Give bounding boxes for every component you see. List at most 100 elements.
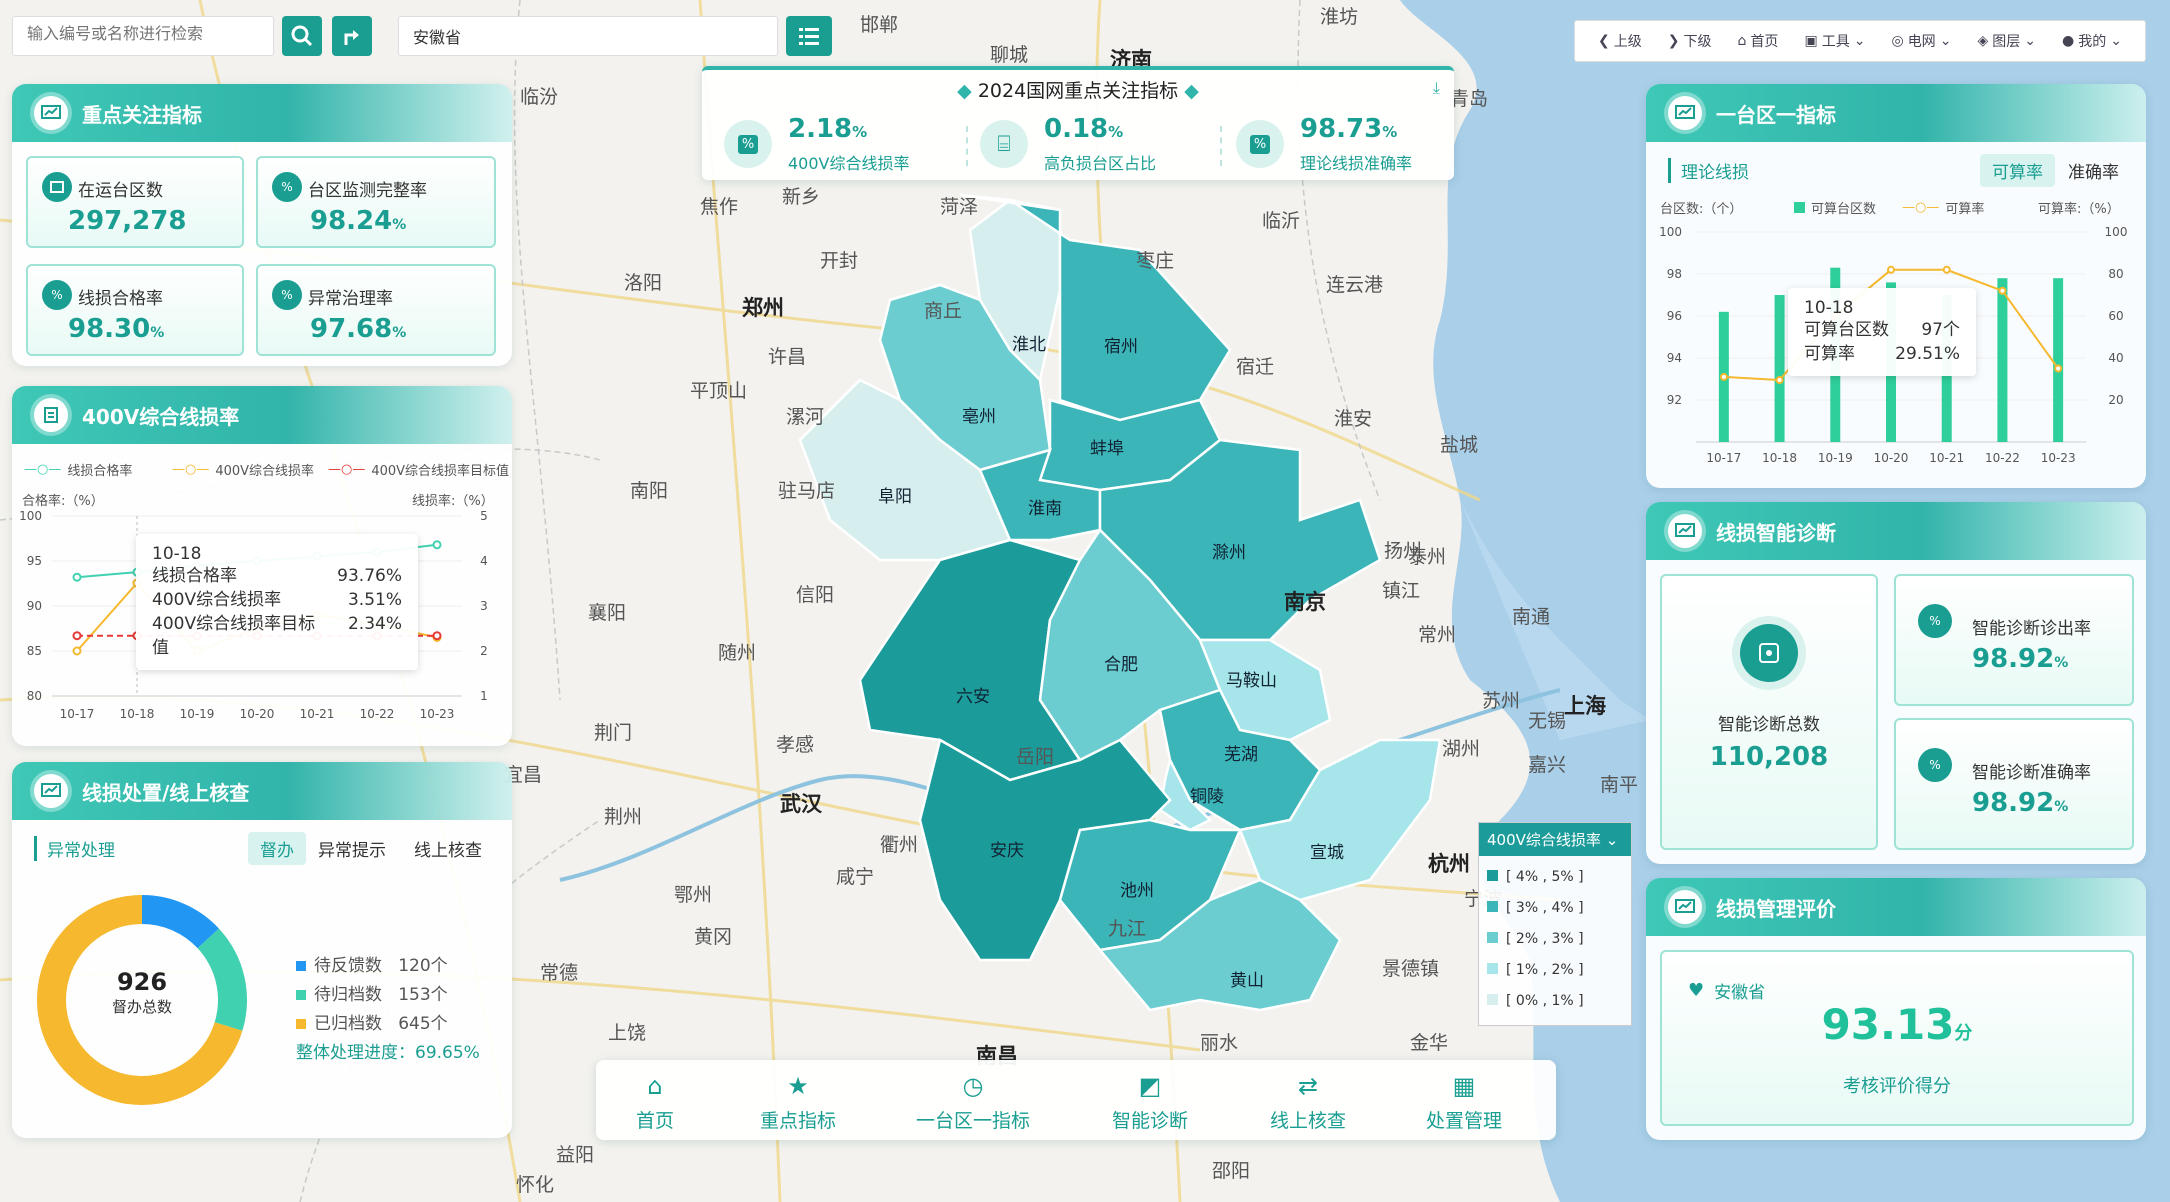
legend-qualified-rate[interactable]: —○— 线损合格率 <box>24 460 132 479</box>
province-label-huangshan: 黄山 <box>1230 971 1264 991</box>
indicator-card[interactable]: % 台区监测完整率 98.24% <box>256 156 496 248</box>
tab-supervise[interactable]: 督办 <box>248 832 306 865</box>
indicator-card-value: 98.24% <box>310 206 407 236</box>
nav-diagnosis[interactable]: ◩ 智能诊断 <box>1112 1072 1188 1133</box>
legend-computable-rate[interactable]: —○— 可算率 <box>1902 198 1984 217</box>
city-label: 邯郸 <box>860 14 899 36</box>
list-toggle-button[interactable] <box>786 16 832 56</box>
city-label: 连云港 <box>1326 274 1384 296</box>
toolbar-tools-button[interactable]: ▣ 工具 ⌄ <box>1804 31 1865 51</box>
nav-label: 处置管理 <box>1426 1110 1503 1132</box>
y-tick-right: 20 <box>2108 393 2123 407</box>
toolbar-grid-button[interactable]: ◎ 电网 ⌄ <box>1891 31 1951 51</box>
legend-item: 待归档数 153个 <box>296 981 480 1010</box>
indicator-card-label: 台区监测完整率 <box>308 181 427 201</box>
indicator-card[interactable]: 在运台区数 297,278 <box>26 156 244 248</box>
chevron-down-icon: ⌄ <box>2110 33 2122 49</box>
tab-computable-rate[interactable]: 可算率 <box>1980 154 2055 187</box>
disposal-header: 线损处置/线上核查 <box>12 762 512 820</box>
city-label: 常州 <box>1418 624 1457 646</box>
chevron-down-icon: ⌄ <box>1605 831 1619 849</box>
diagnosis-card-label: 智能诊断准确率 <box>1972 763 2091 783</box>
search-input[interactable] <box>13 17 263 53</box>
toolbar-home-button[interactable]: ⌂ 首页 <box>1738 31 1779 51</box>
indicator-card-value: 97.68% <box>310 314 407 344</box>
tooltip-row: 400V综合线损率目标值 2.34% <box>152 614 402 658</box>
key-item-unit: % <box>1382 123 1398 141</box>
map-legend-item[interactable]: [ 0% , 1% ] <box>1487 986 1623 1017</box>
bar <box>2053 278 2064 442</box>
toolbar-down-button[interactable]: ❯ 下级 <box>1668 31 1712 51</box>
diagnosis-total-card[interactable]: 智能诊断总数 110,208 <box>1660 574 1878 850</box>
city-label: 荆门 <box>594 722 633 744</box>
document-icon <box>34 398 68 432</box>
toolbar-layers-button[interactable]: ◈ 图层 ⌄ <box>1977 31 2036 51</box>
download-icon[interactable]: ⤓ <box>1433 78 1440 98</box>
province-label-fuyang: 阜阳 <box>878 487 912 507</box>
city-label: 荆州 <box>604 806 643 828</box>
map-legend-title[interactable]: 400V综合线损率 ⌄ <box>1479 823 1631 856</box>
evaluation-score: 93.13分 <box>1821 1000 1973 1049</box>
user-icon: ● <box>2062 33 2075 49</box>
y-tick-left: 85 <box>27 644 42 658</box>
y-tick-right: 60 <box>2108 309 2123 323</box>
toolbar-tools-label: 工具 <box>1821 34 1850 50</box>
tab-accuracy-rate[interactable]: 准确率 <box>2068 158 2119 183</box>
chevron-down-icon: ⌄ <box>1853 33 1866 49</box>
map-legend-item[interactable]: [ 2% , 3% ] <box>1487 924 1623 955</box>
chart-icon: ◩ <box>1138 1072 1162 1100</box>
toolbar-user-button[interactable]: ● 我的 ⌄ <box>2062 31 2122 51</box>
tab-anomaly-hint[interactable]: 异常提示 <box>318 836 386 861</box>
x-tick: 10-19 <box>1818 451 1853 465</box>
key-indicators-title: 重点关注指标 <box>82 102 202 127</box>
map-legend-item[interactable]: [ 1% , 2% ] <box>1487 955 1623 986</box>
diagnosis-card[interactable]: % 智能诊断诊出率 98.92% <box>1894 574 2134 706</box>
legend-item: 已归档数 645个 <box>296 1010 480 1039</box>
evaluation-card[interactable]: ♥ 安徽省 93.13分 考核评价得分 <box>1660 950 2134 1126</box>
city-label: 漯河 <box>786 406 825 428</box>
nav-key-indicators[interactable]: ★ 重点指标 <box>760 1072 836 1133</box>
x-tick: 10-22 <box>360 707 395 721</box>
percent-icon: % <box>272 280 302 310</box>
heart-icon: ♥ <box>1688 980 1705 1001</box>
region-select[interactable]: 安徽省 <box>398 16 778 56</box>
data-point <box>432 631 442 641</box>
search-button[interactable] <box>282 16 322 56</box>
indicator-card[interactable]: % 线损合格率 98.30% <box>26 264 244 356</box>
city-label-nanjing: 南京 <box>1284 590 1326 614</box>
nav-home[interactable]: ⌂ 首页 <box>636 1072 674 1133</box>
x-tick: 10-20 <box>240 707 275 721</box>
tab-online-check[interactable]: 线上核查 <box>414 836 482 861</box>
indicator-card-value: 98.30% <box>68 314 165 344</box>
diagnosis-card[interactable]: % 智能诊断准确率 98.92% <box>1894 718 2134 850</box>
city-label: 嘉兴 <box>1528 754 1567 776</box>
y-tick-left: 100 <box>19 509 42 523</box>
nav-disposal[interactable]: ▦ 处置管理 <box>1426 1072 1502 1133</box>
province-label-huaibei: 淮北 <box>1012 335 1046 355</box>
loss-400v-header: 400V综合线损率 <box>12 386 512 444</box>
legend-400v-target[interactable]: —○— 400V综合线损率目标值 <box>328 460 509 479</box>
locate-button[interactable] <box>332 16 372 56</box>
nav-online-check[interactable]: ⇄ 线上核查 <box>1270 1072 1346 1133</box>
toolbar-down-label: 下级 <box>1683 34 1712 50</box>
layers-icon: ◈ <box>1977 33 1989 49</box>
nav-tq-indicator[interactable]: ◷ 一台区一指标 <box>916 1072 1030 1133</box>
search-box[interactable] <box>12 16 274 56</box>
map-legend-item[interactable]: [ 4% , 5% ] <box>1487 862 1623 893</box>
legend-computable-count[interactable]: 可算台区数 <box>1794 198 1876 217</box>
legend-400v-loss[interactable]: —○— 400V综合线损率 <box>172 460 314 479</box>
y-tick-left: 80 <box>27 689 42 703</box>
map-legend-item[interactable]: [ 3% , 4% ] <box>1487 893 1623 924</box>
city-label: 鄂州 <box>674 884 713 906</box>
province-label-bengbu: 蚌埠 <box>1090 439 1124 459</box>
toolbar-up-button[interactable]: ❮ 上级 <box>1598 31 1642 51</box>
legend-item: 待反馈数 120个 <box>296 952 480 981</box>
x-tick: 10-22 <box>1985 451 2020 465</box>
disposal-panel: 线损处置/线上核查 异常处理 督办 异常提示 线上核查 926 督办总数 待反馈… <box>12 762 512 1138</box>
diamond-icon: ◆ <box>1184 80 1199 102</box>
key-item-theory-accuracy: % 98.73% 理论线损准确率 <box>1228 114 1468 174</box>
calendar-icon: ▦ <box>1452 1072 1476 1100</box>
indicator-card[interactable]: % 异常治理率 97.68% <box>256 264 496 356</box>
key-banner-title: 2024国网重点关注指标 <box>977 80 1179 102</box>
tq-indicator-title: 一台区一指标 <box>1716 102 1836 127</box>
